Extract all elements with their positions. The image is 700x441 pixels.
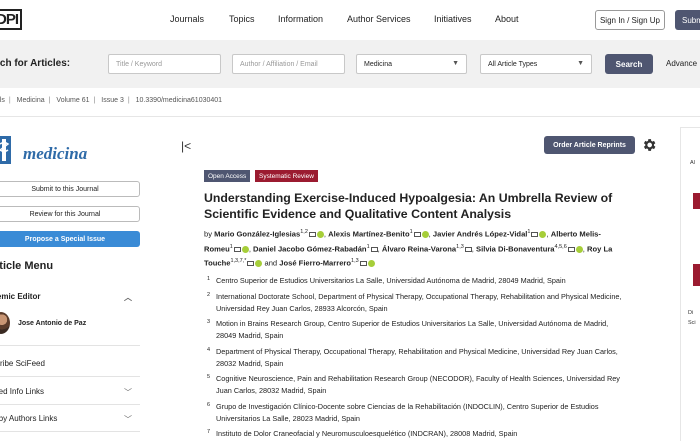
academic-editor-label: demic Editor bbox=[0, 292, 41, 301]
breadcrumb-volume[interactable]: Volume 61 bbox=[56, 97, 89, 104]
breadcrumb-doi: 10.3390/medicina61030401 bbox=[135, 97, 223, 104]
author-link[interactable]: Silvia Di-Bonaventura bbox=[476, 244, 555, 253]
email-icon[interactable] bbox=[233, 246, 241, 252]
right-panel-text: Di bbox=[688, 310, 694, 316]
sidebar-item-label: scribe SciFeed bbox=[0, 359, 45, 368]
affiliation-item: 4 Department of Physical Therapy, Occupat… bbox=[207, 346, 618, 368]
author-link[interactable]: Mario González-Iglesias bbox=[214, 230, 300, 239]
email-icon[interactable] bbox=[370, 246, 378, 252]
search-title: rch for Articles: bbox=[0, 58, 71, 69]
orcid-icon[interactable] bbox=[575, 245, 583, 253]
affiliation-item: 6 Grupo de Investigación Clínico-Docente … bbox=[207, 401, 599, 423]
affiliation-item: 2 International Doctorate School, Departm… bbox=[207, 291, 622, 313]
nav-author-services[interactable]: Author Services bbox=[347, 14, 411, 24]
email-icon[interactable] bbox=[308, 232, 316, 238]
gear-icon[interactable] bbox=[641, 137, 657, 153]
submit-button[interactable]: Subm bbox=[675, 10, 700, 30]
divider bbox=[0, 376, 140, 377]
orcid-icon[interactable] bbox=[255, 260, 263, 268]
affiliation-item: 3 Motion in Brains Research Group, Centro… bbox=[207, 319, 609, 340]
nav-journals[interactable]: Journals bbox=[170, 14, 204, 24]
open-access-badge: Open Access bbox=[204, 170, 251, 182]
advanced-search-link[interactable]: Advance bbox=[666, 59, 697, 68]
journal-name[interactable]: medicina bbox=[23, 144, 87, 164]
orcid-icon[interactable] bbox=[316, 231, 324, 239]
mdpi-logo[interactable]: DPI bbox=[0, 8, 23, 30]
authors-and-label: and bbox=[264, 258, 278, 268]
chevron-down-icon: ﹀ bbox=[124, 415, 132, 424]
search-bar bbox=[0, 40, 700, 88]
breadcrumb-medicina[interactable]: Medicina bbox=[17, 97, 45, 104]
order-reprints-button[interactable]: Order Article Reprints bbox=[544, 136, 635, 154]
author-affiliation-input[interactable]: Author / Affiliation / Email bbox=[232, 54, 345, 74]
journal-select[interactable]: Medicina ▼ bbox=[356, 54, 467, 74]
avatar bbox=[0, 312, 10, 334]
email-icon[interactable] bbox=[531, 232, 539, 238]
editor-name[interactable]: Jose Antonio de Paz bbox=[18, 320, 86, 327]
sign-in-button[interactable]: Sign In / Sign Up bbox=[595, 10, 665, 30]
academic-editor-toggle[interactable]: demic Editor ︿ bbox=[0, 292, 140, 302]
sidebar-item-label: ated Info Links bbox=[0, 387, 45, 396]
chevron-down-icon: ﹀ bbox=[124, 388, 132, 397]
author-link[interactable]: Daniel Jacobo Gómez-Rabadán bbox=[253, 244, 367, 253]
medicina-logo-icon bbox=[0, 136, 11, 164]
sidebar-item-label: e by Authors Links bbox=[0, 414, 58, 423]
author-link[interactable]: Alexis Martínez-Benito bbox=[328, 230, 409, 239]
article-type-value: All Article Types bbox=[488, 60, 538, 68]
breadcrumb: nals| Medicina| Volume 61| Issue 3| 10.3… bbox=[0, 97, 222, 104]
affiliation-item: 5 Cognitive Neuroscience, Pain and Rehabi… bbox=[207, 374, 620, 395]
orcid-icon[interactable] bbox=[539, 231, 547, 239]
author-link[interactable]: José Fierro-Marrero bbox=[279, 259, 351, 268]
affiliation-list: 1 Centro Superior de Estudios Universitar… bbox=[204, 275, 624, 441]
search-button[interactable]: Search bbox=[605, 54, 653, 74]
orcid-icon[interactable] bbox=[241, 245, 249, 253]
orcid-icon[interactable] bbox=[421, 231, 429, 239]
divider bbox=[0, 431, 140, 432]
title-keyword-input[interactable]: Title / Keyword bbox=[108, 54, 221, 74]
affiliation-item: 7 Instituto de Dolor Craneofacial y Neuro… bbox=[207, 429, 518, 438]
chevron-down-icon: ▼ bbox=[577, 60, 584, 67]
breadcrumb-journals[interactable]: nals bbox=[0, 97, 5, 104]
sidebar-item-scifeed[interactable]: scribe SciFeed bbox=[0, 359, 140, 368]
right-panel-accent bbox=[693, 264, 700, 286]
email-icon[interactable] bbox=[567, 246, 575, 252]
email-icon[interactable] bbox=[413, 232, 421, 238]
article-type-select[interactable]: All Article Types ▼ bbox=[480, 54, 592, 74]
right-panel-text: Sci bbox=[688, 320, 696, 326]
top-header: DPI Journals Topics Information Author S… bbox=[0, 0, 700, 40]
divider bbox=[0, 345, 140, 346]
email-icon[interactable] bbox=[464, 246, 472, 252]
collapse-sidebar-icon[interactable]: |< bbox=[181, 139, 191, 153]
journal-select-value: Medicina bbox=[364, 60, 393, 68]
article-title: Understanding Exercise-Induced Hypoalges… bbox=[204, 191, 613, 221]
email-icon[interactable] bbox=[247, 261, 255, 267]
right-panel-accent bbox=[693, 193, 700, 209]
orcid-icon[interactable] bbox=[367, 260, 375, 268]
chevron-up-icon: ︿ bbox=[124, 293, 132, 302]
nav-topics[interactable]: Topics bbox=[229, 14, 255, 24]
review-for-journal-button[interactable]: Review for this Journal bbox=[0, 206, 140, 222]
breadcrumb-issue[interactable]: Issue 3 bbox=[101, 97, 124, 104]
nav-initiatives[interactable]: Initiatives bbox=[434, 14, 472, 24]
article-menu-title: rticle Menu bbox=[0, 260, 54, 272]
author-link[interactable]: Álvaro Reina-Varona bbox=[382, 244, 456, 253]
author-list: by Mario González-Iglesias1,2, Alexis Ma… bbox=[204, 229, 613, 268]
submit-to-journal-button[interactable]: Submit to this Journal bbox=[0, 181, 140, 197]
divider bbox=[0, 116, 700, 117]
sidebar-item-authors-links[interactable]: e by Authors Links ﹀ bbox=[0, 414, 140, 424]
right-panel-text: Al bbox=[690, 160, 695, 166]
propose-special-issue-button[interactable]: Propose a Special Issue bbox=[0, 231, 140, 247]
nav-information[interactable]: Information bbox=[278, 14, 323, 24]
chevron-down-icon: ▼ bbox=[452, 60, 459, 67]
article-type-badge: Systematic Review bbox=[255, 170, 318, 182]
divider bbox=[0, 404, 140, 405]
sidebar-item-related-info[interactable]: ated Info Links ﹀ bbox=[0, 387, 140, 397]
authors-by-label: by bbox=[204, 229, 213, 239]
email-icon[interactable] bbox=[359, 261, 367, 267]
affiliation-item: 1 Centro Superior de Estudios Universitar… bbox=[207, 276, 566, 285]
nav-about[interactable]: About bbox=[495, 14, 519, 24]
author-link[interactable]: Javier Andrés López-Vidal bbox=[433, 230, 528, 239]
